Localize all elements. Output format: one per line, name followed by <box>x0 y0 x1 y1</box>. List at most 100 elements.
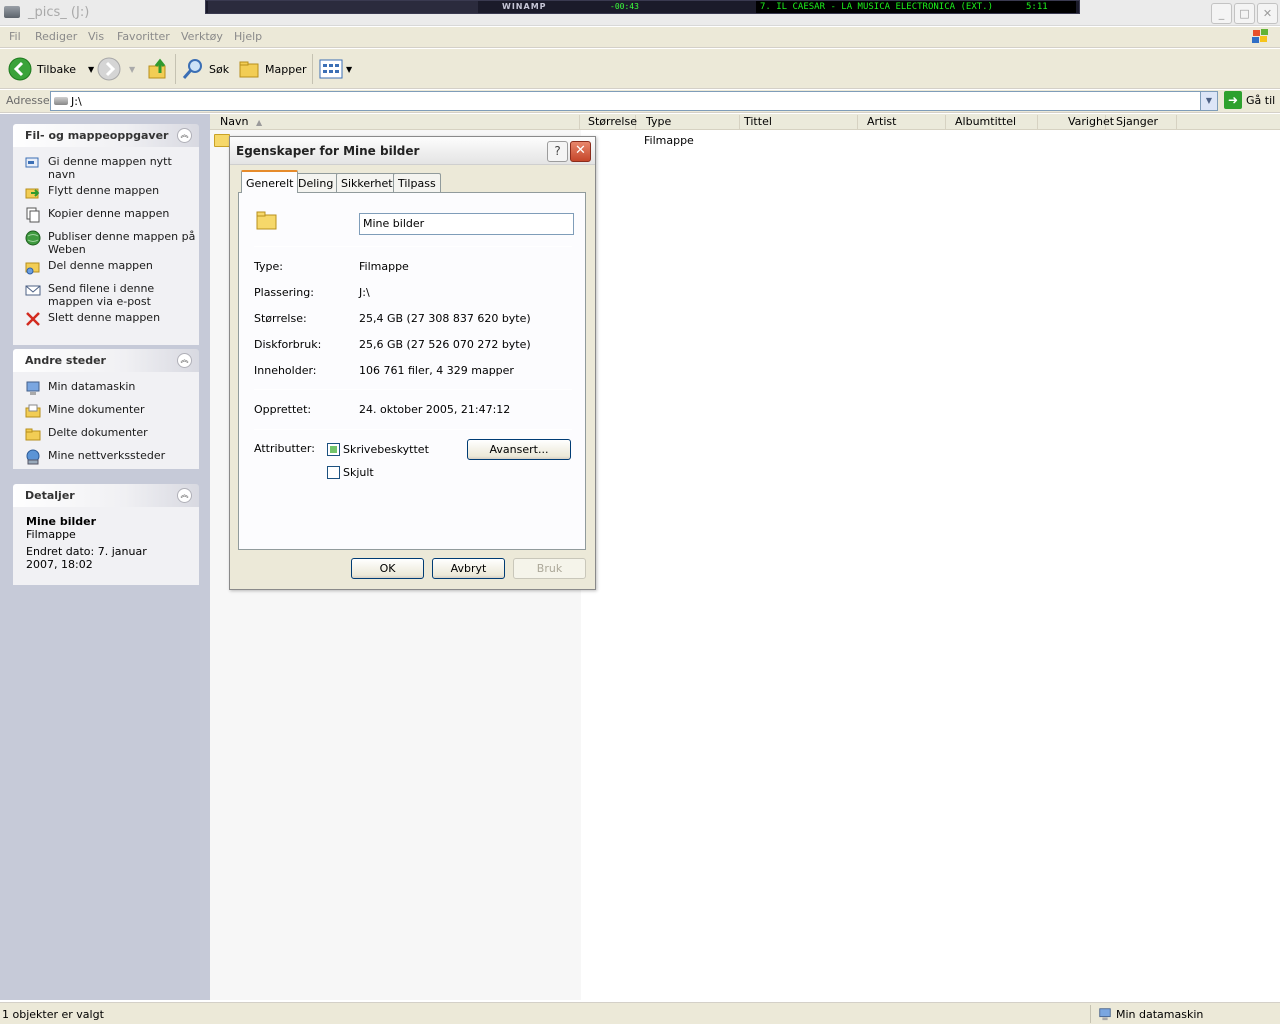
copy-icon <box>26 207 40 223</box>
details-modified: Endret dato: 7. januar 2007, 18:02 <box>26 545 147 571</box>
task-rename-folder[interactable]: Gi denne mappen nytt navn <box>13 155 199 181</box>
tab-customize[interactable]: Tilpass <box>393 173 441 192</box>
column-name[interactable]: Navn ▲ <box>216 115 580 129</box>
close-window-button[interactable]: ✕ <box>1257 3 1278 24</box>
place-network-places[interactable]: Mine nettverkssteder <box>13 449 199 469</box>
go-arrow-icon: ➜ <box>1224 91 1242 109</box>
dialog-close-button[interactable]: ✕ <box>570 141 591 162</box>
column-type[interactable]: Type <box>642 115 740 129</box>
task-share-folder[interactable]: Del denne mappen <box>13 259 199 279</box>
window-title: _pics_ (J:) <box>28 5 90 20</box>
folder-name-input[interactable]: Mine bilder <box>359 213 574 235</box>
forward-button[interactable]: ▼ <box>97 55 135 83</box>
back-button[interactable]: Tilbake ▼ <box>8 55 94 83</box>
views-dropdown-icon[interactable]: ▼ <box>346 65 352 74</box>
go-label: Gå til <box>1246 93 1276 107</box>
tab-sharing[interactable]: Deling <box>293 173 339 192</box>
back-dropdown-icon[interactable]: ▼ <box>88 65 94 74</box>
status-selection: 1 objekter er valgt <box>2 1008 104 1021</box>
place-shared-documents[interactable]: Delte dokumenter <box>13 426 199 446</box>
readonly-checkbox[interactable] <box>327 443 340 456</box>
task-move-folder[interactable]: Flytt denne mappen <box>13 184 199 204</box>
divider <box>254 429 572 430</box>
collapse-icon[interactable]: ︽ <box>177 128 192 143</box>
cancel-button[interactable]: Avbryt <box>432 558 505 579</box>
column-album[interactable]: Albumtittel <box>951 115 1038 129</box>
collapse-icon[interactable]: ︽ <box>177 488 192 503</box>
task-email-files[interactable]: Send filene i denne mappen via e-post <box>13 282 199 308</box>
forward-arrow-icon <box>97 57 121 81</box>
panel-title: Detaljer <box>25 489 75 502</box>
dialog-titlebar[interactable]: Egenskaper for Mine bilder ? ✕ <box>230 137 595 165</box>
minimize-button[interactable]: _ <box>1211 3 1232 24</box>
address-dropdown-button[interactable]: ▼ <box>1200 92 1217 110</box>
address-label: Adresse <box>6 94 50 107</box>
type-label: Type: <box>254 260 283 273</box>
menu-edit[interactable]: Rediger <box>35 30 77 43</box>
task-delete-folder[interactable]: Slett denne mappen <box>13 311 199 331</box>
views-button[interactable]: ▼ <box>318 55 352 83</box>
place-my-documents[interactable]: Mine dokumenter <box>13 403 199 423</box>
tab-security[interactable]: Sikkerhet <box>336 173 398 192</box>
winamp-track-display[interactable]: 7. IL CAESAR - LA MUSICA ELECTRONICA (EX… <box>756 1 1076 13</box>
address-input[interactable]: J:\ ▼ <box>50 91 1218 111</box>
search-button[interactable]: Søk <box>181 55 229 83</box>
advanced-button[interactable]: Avansert... <box>467 439 571 460</box>
go-button[interactable]: ➜ Gå til <box>1224 91 1275 109</box>
computer-icon <box>26 381 40 395</box>
folders-icon <box>239 61 259 78</box>
column-title[interactable]: Tittel <box>740 115 858 129</box>
ok-button[interactable]: OK <box>351 558 424 579</box>
task-copy-folder[interactable]: Kopier denne mappen <box>13 207 199 227</box>
column-duration[interactable]: Varighet <box>1064 115 1114 129</box>
folders-label: Mapper <box>265 62 307 76</box>
menu-view[interactable]: Vis <box>88 30 104 43</box>
documents-folder-icon <box>25 404 41 418</box>
hidden-checkbox[interactable] <box>327 466 340 479</box>
place-my-computer[interactable]: Min datamaskin <box>13 380 199 400</box>
winamp-player[interactable]: WINAMP -00:43 7. IL CAESAR - LA MUSICA E… <box>205 0 1080 14</box>
task-publish-folder[interactable]: Publiser denne mappen på Weben <box>13 230 199 256</box>
readonly-label[interactable]: Skrivebeskyttet <box>343 443 429 456</box>
column-artist[interactable]: Artist <box>863 115 946 129</box>
panel-body: Min datamaskin Mine dokumenter Delte dok… <box>13 372 199 469</box>
up-folder-button[interactable] <box>146 55 170 83</box>
folder-icon[interactable] <box>214 134 230 147</box>
search-label: Søk <box>209 62 230 76</box>
menu-tools[interactable]: Verktøy <box>181 30 223 43</box>
toolbar-separator <box>312 54 313 84</box>
toolbar: Tilbake ▼ ▼ Søk Mapper ▼ <box>0 49 1280 89</box>
details-type: Filmappe <box>26 528 76 541</box>
other-places-header[interactable]: Andre steder ︽ <box>13 349 199 372</box>
help-button[interactable]: ? <box>547 141 568 162</box>
forward-dropdown-icon[interactable]: ▼ <box>129 65 135 74</box>
folder-icon <box>256 211 277 230</box>
file-folder-tasks-header[interactable]: Fil- og mappeoppgaver ︽ <box>13 124 199 147</box>
column-genre[interactable]: Sjanger <box>1112 115 1177 129</box>
size-value: 25,4 GB (27 308 837 620 byte) <box>359 312 531 325</box>
winamp-eq-segment[interactable] <box>208 1 478 13</box>
row-type-cell: Filmappe <box>644 134 694 147</box>
location-value: J:\ <box>359 286 370 299</box>
menu-favorites[interactable]: Favoritter <box>117 30 170 43</box>
windows-flag-icon <box>1252 29 1268 43</box>
collapse-icon[interactable]: ︽ <box>177 353 192 368</box>
divider <box>254 246 572 247</box>
globe-icon <box>25 230 41 246</box>
computer-icon <box>1099 1008 1111 1021</box>
hidden-label[interactable]: Skjult <box>343 466 374 479</box>
apply-button[interactable]: Bruk <box>513 558 586 579</box>
details-header[interactable]: Detaljer ︽ <box>13 484 199 507</box>
menu-help[interactable]: Hjelp <box>234 30 262 43</box>
back-label: Tilbake <box>37 62 76 76</box>
attributes-label: Attributter: <box>254 442 315 455</box>
folders-button[interactable]: Mapper <box>238 55 307 83</box>
up-folder-icon <box>148 58 166 79</box>
menu-file[interactable]: Fil <box>9 30 21 43</box>
maximize-button[interactable]: □ <box>1234 3 1255 24</box>
divider <box>254 389 572 390</box>
status-bar: 1 objekter er valgt Min datamaskin <box>0 1002 1280 1024</box>
tab-general[interactable]: Generelt <box>241 170 299 193</box>
column-size[interactable]: Størrelse <box>584 115 637 129</box>
type-value: Filmappe <box>359 260 409 273</box>
